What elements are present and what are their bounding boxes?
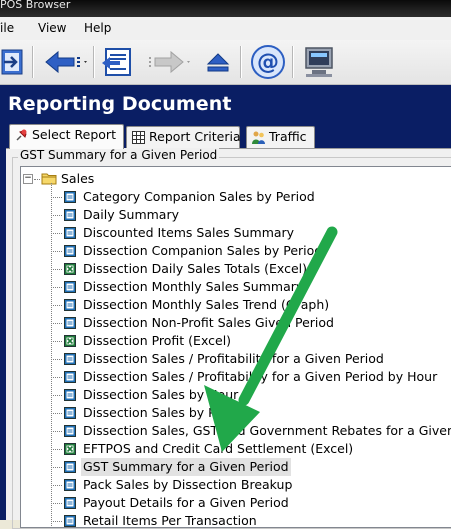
report-icon [64, 407, 76, 419]
tree-item[interactable]: Dissection Sales / Profitability for a G… [21, 368, 451, 386]
eject-button[interactable] [202, 44, 234, 80]
tree-item-label: Dissection Profit (Excel) [83, 333, 232, 348]
menu-file[interactable]: File [0, 21, 14, 35]
tree-item[interactable]: Daily Summary [21, 206, 451, 224]
menu-help[interactable]: Help [84, 21, 111, 35]
table-icon [132, 131, 145, 144]
tree-item[interactable]: GST Summary for a Given Period [21, 458, 451, 476]
report-icon [64, 227, 76, 239]
tree-item-label: Retail Items Per Transaction [83, 513, 257, 528]
tab-select-report-label: Select Report [32, 127, 116, 142]
tab-traffic[interactable]: Traffic [246, 126, 315, 148]
tree-item[interactable]: Dissection Sales by Hour [21, 386, 451, 404]
monitor-icon [305, 47, 333, 77]
svg-text:@: @ [257, 50, 279, 75]
title-bar: POS Browser [0, 0, 451, 17]
tab-select-report[interactable]: Select Report [9, 124, 124, 149]
tree-item-label: EFTPOS and Credit Card Settlement (Excel… [83, 441, 354, 456]
exit-button[interactable] [0, 44, 28, 80]
report-icon [64, 389, 76, 401]
tree-item-label: Dissection Daily Sales Totals (Excel) [83, 261, 307, 276]
tree-item[interactable]: Dissection Non-Profit Sales Given Period [21, 314, 451, 332]
tree-item-label: Dissection Companion Sales by Period [83, 243, 323, 258]
menu-help-label: Help [84, 21, 112, 35]
tree-item-label: Dissection Monthly Sales Summary [83, 279, 304, 294]
exit-icon [1, 49, 23, 75]
menu-bar: File View Help [0, 17, 451, 41]
tree-item[interactable]: Dissection Monthly Sales Summary [21, 278, 451, 296]
excel-icon [64, 263, 76, 275]
report-icon [64, 299, 76, 311]
eject-icon [206, 53, 230, 72]
forward-arrow-icon [149, 50, 190, 74]
import-button[interactable] [100, 44, 136, 80]
tree-item[interactable]: Dissection Sales, GST and Government Reb… [21, 422, 451, 440]
report-icon [64, 515, 76, 527]
tree-item-label: Category Companion Sales by Period [83, 189, 315, 204]
tree-item-label: Payout Details for a Given Period [83, 495, 289, 510]
report-icon [64, 281, 76, 293]
tree-item[interactable]: Discounted Items Sales Summary [21, 224, 451, 242]
people-icon [252, 131, 265, 144]
forward-button[interactable] [143, 44, 195, 80]
tree-item[interactable]: Dissection Daily Sales Totals (Excel) [21, 260, 451, 278]
email-icon: @ [251, 45, 285, 79]
tree-item-label: Dissection Sales / Profitability for a G… [83, 369, 438, 384]
tree-item-label: Discounted Items Sales Summary [83, 225, 295, 240]
tree-folder-label: Sales [61, 171, 95, 186]
tree-item-label: Dissection Monthly Sales Trend (Graph) [83, 297, 330, 312]
tree-item[interactable]: Retail Items Per Transaction [21, 512, 451, 528]
window-title: POS Browser [0, 0, 71, 11]
report-icon [64, 479, 76, 491]
back-button[interactable] [42, 44, 90, 80]
tree-item[interactable]: Dissection Sales / Profitability for a G… [21, 350, 451, 368]
excel-icon [64, 443, 76, 455]
group-label: GST Summary for a Given Period [18, 148, 220, 162]
tab-traffic-label: Traffic [269, 129, 307, 144]
tree-item-label: Dissection Sales by Post [83, 405, 235, 420]
tree-item[interactable]: Payout Details for a Given Period [21, 494, 451, 512]
back-arrow-icon [45, 50, 87, 74]
tree-item-label: Dissection Sales / Profitability for a G… [83, 351, 384, 366]
excel-icon [64, 335, 76, 347]
page-title: Reporting Document [8, 93, 232, 115]
report-icon [64, 497, 76, 509]
folder-icon [41, 173, 57, 185]
tree-item[interactable]: Dissection Profit (Excel) [21, 332, 451, 350]
pin-icon [16, 129, 27, 141]
tree-item[interactable]: Dissection Sales by Post [21, 404, 451, 422]
tree-item-label: Dissection Non-Profit Sales Given Period [83, 315, 334, 330]
report-icon [64, 425, 76, 437]
tree-item[interactable]: Pack Sales by Dissection Breakup [21, 476, 451, 494]
tree-item-label: Dissection Sales, GST and Government Reb… [83, 423, 451, 438]
tree-item[interactable]: Dissection Companion Sales by Period [21, 242, 451, 260]
tree-item-label: Pack Sales by Dissection Breakup [83, 477, 293, 492]
tree-item-label: Dissection Sales by Hour [83, 387, 239, 402]
report-icon [64, 209, 76, 221]
report-icon [64, 245, 76, 257]
menu-file-label: File [0, 21, 15, 35]
tree-item[interactable]: Category Companion Sales by Period [21, 188, 451, 206]
email-button[interactable]: @ [250, 44, 286, 80]
tree-folder-sales[interactable]: − Sales [21, 170, 451, 188]
report-tree[interactable]: − Sales Category Companion Sales by Peri… [20, 166, 451, 528]
report-icon [64, 191, 76, 203]
tab-report-criteria-label: Report Criteria [149, 129, 241, 144]
collapse-icon[interactable]: − [23, 174, 33, 184]
report-icon [64, 317, 76, 329]
tree-item-label: GST Summary for a Given Period [81, 458, 291, 476]
monitor-button[interactable] [302, 44, 336, 80]
menu-view[interactable]: View [38, 21, 66, 35]
tree-item[interactable]: EFTPOS and Credit Card Settlement (Excel… [21, 440, 451, 458]
tree-item-label: Daily Summary [83, 207, 180, 222]
tree-item[interactable]: Dissection Monthly Sales Trend (Graph) [21, 296, 451, 314]
report-icon [64, 353, 76, 365]
menu-view-label: View [38, 21, 67, 35]
toolbar: @ [0, 40, 451, 85]
report-icon [64, 461, 76, 473]
select-report-panel: GST Summary for a Given Period − Sales C… [6, 148, 451, 529]
report-icon [64, 371, 76, 383]
import-icon [102, 48, 131, 76]
tab-report-criteria[interactable]: Report Criteria [126, 126, 241, 148]
